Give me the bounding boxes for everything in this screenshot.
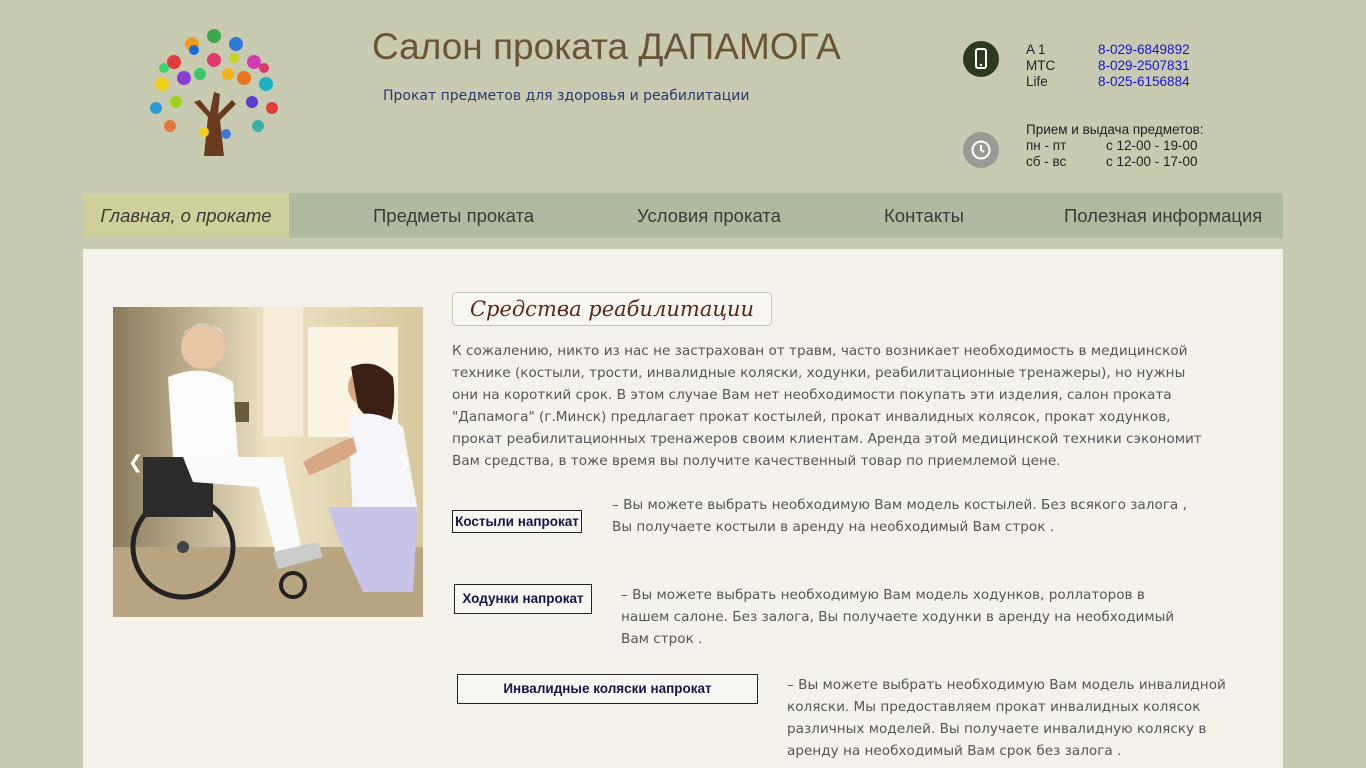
wheelchairs-description: – Вы можете выбрать необходимую Вам моде…: [787, 677, 1226, 759]
tree-logo[interactable]: [134, 22, 290, 156]
hours-row: сб - вс с 12-00 - 17-00: [1026, 154, 1204, 170]
nav-item-rental-terms[interactable]: Условия проката: [637, 193, 781, 238]
hours-days: сб - вс: [1026, 154, 1067, 169]
phone-icon: [963, 41, 999, 77]
phone-number[interactable]: 8-029-2507831: [1098, 58, 1190, 74]
phone-row: Life 8-025-6156884: [1026, 74, 1190, 90]
slider-next-icon[interactable]: ❯: [396, 452, 411, 473]
main-nav: Главная, о прокате Предметы проката Усло…: [83, 193, 1283, 238]
working-hours: Прием и выдача предметов: пн - пт с 12-0…: [1026, 122, 1204, 170]
clock-icon: [963, 132, 999, 168]
section-title: Средства реабилитации: [452, 292, 772, 326]
intro-paragraph: К сожалению, никто из нас не застрахован…: [452, 343, 1202, 469]
phone-list: A 1 8-029-6849892 MTC 8-029-2507831 Life…: [1026, 42, 1190, 90]
nav-item-useful-info[interactable]: Полезная информация: [1064, 193, 1262, 238]
slider-prev-icon[interactable]: ❮: [128, 452, 143, 473]
walkers-rental-button[interactable]: Ходунки напрокат: [454, 584, 592, 614]
nav-item-rental-items[interactable]: Предметы проката: [373, 193, 534, 238]
site-title: Салон проката ДАПАМОГА: [372, 26, 841, 67]
phone-row: MTC 8-029-2507831: [1026, 58, 1190, 74]
walkers-description: – Вы можете выбрать необходимую Вам моде…: [621, 587, 1175, 647]
hours-time: с 12-00 - 19-00: [1106, 138, 1198, 153]
nav-item-contacts[interactable]: Контакты: [884, 193, 964, 238]
operator-name: MTC: [1026, 58, 1056, 73]
hours-days: пн - пт: [1026, 138, 1067, 153]
hours-time: с 12-00 - 17-00: [1106, 154, 1198, 169]
phone-number[interactable]: 8-029-6849892: [1098, 42, 1190, 58]
site-subtitle: Прокат предметов для здоровья и реабилит…: [383, 88, 750, 104]
hours-row: пн - пт с 12-00 - 19-00: [1026, 138, 1204, 154]
crutches-description: – Вы можете выбрать необходимую Вам моде…: [612, 497, 1187, 535]
slider-photo[interactable]: [113, 307, 423, 617]
operator-name: Life: [1026, 74, 1048, 89]
operator-name: A 1: [1026, 42, 1046, 57]
hours-heading: Прием и выдача предметов:: [1026, 122, 1204, 137]
nav-item-home[interactable]: Главная, о прокате: [83, 193, 289, 238]
phone-row: A 1 8-029-6849892: [1026, 42, 1190, 58]
wheelchairs-rental-button[interactable]: Инвалидные коляски напрокат: [457, 674, 758, 704]
phone-number[interactable]: 8-025-6156884: [1098, 74, 1190, 90]
crutches-rental-button[interactable]: Костыли напрокат: [452, 510, 582, 533]
